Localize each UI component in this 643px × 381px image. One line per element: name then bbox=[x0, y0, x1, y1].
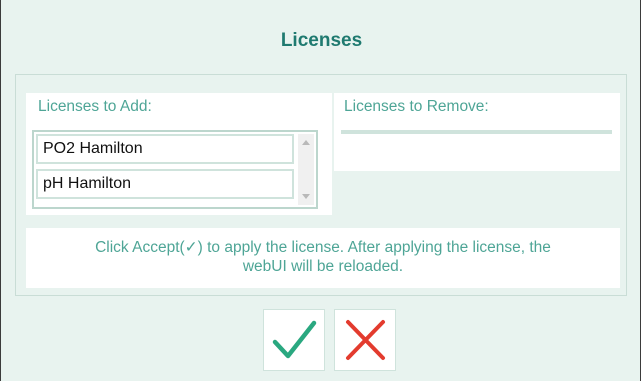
info-message-box: Click Accept(✓) to apply the license. Af… bbox=[26, 228, 620, 288]
info-message-line-2: webUI will be reloaded. bbox=[242, 258, 404, 275]
licenses-to-add-label: Licenses to Add: bbox=[38, 98, 152, 115]
licenses-to-add-list[interactable]: PO2 Hamilton pH Hamilton bbox=[32, 130, 318, 209]
close-icon bbox=[346, 320, 385, 360]
licenses-panel: Licenses to Add: PO2 Hamilton pH Hamilto… bbox=[15, 74, 627, 296]
reject-button[interactable] bbox=[334, 309, 396, 371]
check-icon bbox=[272, 320, 317, 359]
accept-button[interactable] bbox=[263, 309, 325, 371]
licenses-to-remove-label: Licenses to Remove: bbox=[344, 98, 489, 115]
scroll-up-arrow-icon[interactable] bbox=[302, 140, 310, 145]
license-item-po2-hamilton[interactable]: PO2 Hamilton bbox=[36, 134, 294, 164]
license-item-ph-hamilton[interactable]: pH Hamilton bbox=[36, 169, 294, 199]
info-message-line-1: Click Accept(✓) to apply the license. Af… bbox=[95, 239, 551, 256]
licenses-to-remove-section: Licenses to Remove: bbox=[334, 93, 620, 171]
info-message: Click Accept(✓) to apply the license. Af… bbox=[26, 238, 620, 276]
licenses-dialog: Licenses Licenses to Add: PO2 Hamilton p… bbox=[0, 0, 641, 381]
licenses-to-add-section: Licenses to Add: PO2 Hamilton pH Hamilto… bbox=[26, 93, 332, 215]
list-scrollbar[interactable] bbox=[298, 134, 314, 205]
licenses-to-remove-list[interactable] bbox=[341, 130, 612, 134]
scroll-down-arrow-icon[interactable] bbox=[302, 194, 310, 199]
dialog-title: Licenses bbox=[280, 30, 363, 51]
